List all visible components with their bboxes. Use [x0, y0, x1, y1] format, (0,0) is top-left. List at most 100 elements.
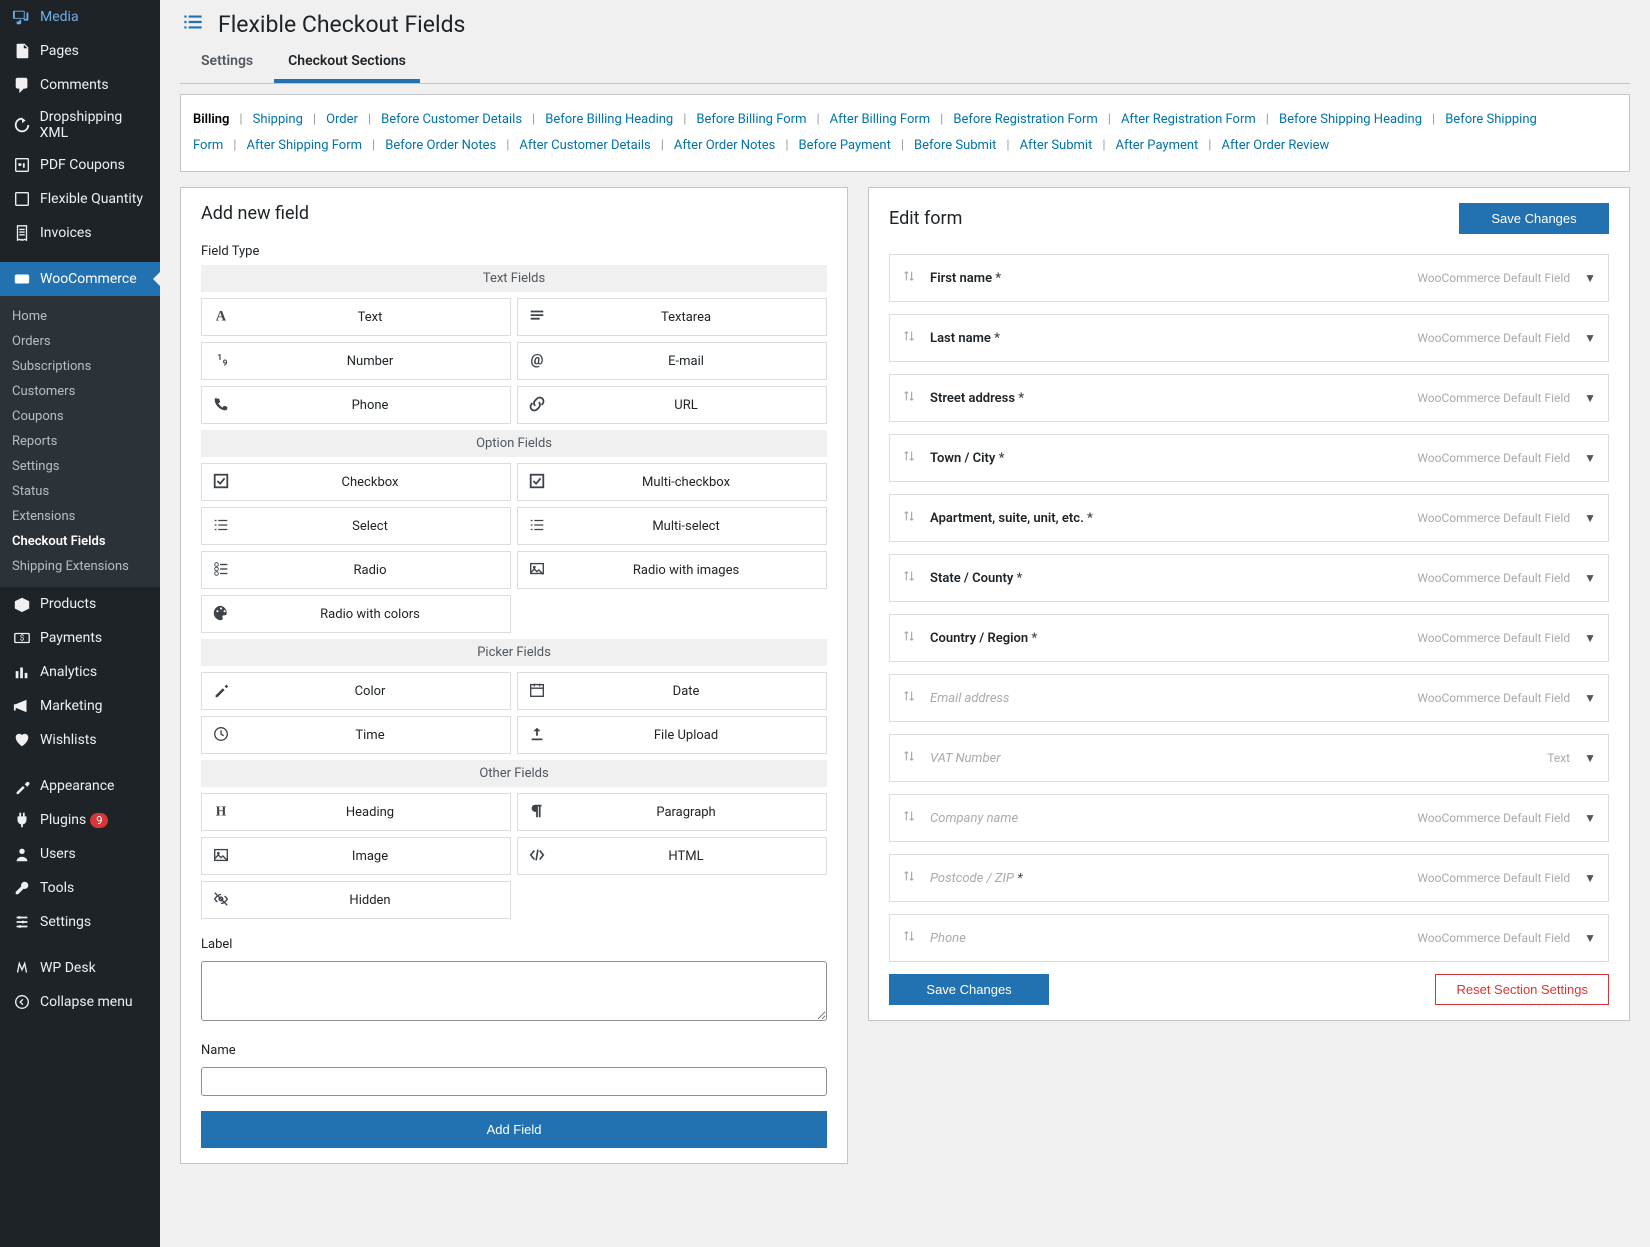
submenu-item-status[interactable]: Status: [0, 479, 160, 504]
drag-handle-icon[interactable]: [902, 269, 916, 287]
sidebar-item-pdf-coupons[interactable]: PDF Coupons: [0, 148, 160, 182]
drag-handle-icon[interactable]: [902, 329, 916, 347]
section-before-registration-form[interactable]: Before Registration Form: [953, 112, 1097, 127]
field-type-number[interactable]: Number: [201, 342, 511, 380]
sidebar-item-payments[interactable]: Payments: [0, 621, 160, 655]
sidebar-item-collapse-menu[interactable]: Collapse menu: [0, 985, 160, 1019]
form-field-last-name[interactable]: Last name *WooCommerce Default Field▼: [889, 314, 1609, 362]
sidebar-item-comments[interactable]: Comments: [0, 68, 160, 102]
section-before-order-notes[interactable]: Before Order Notes: [385, 138, 496, 153]
reset-section-button[interactable]: Reset Section Settings: [1435, 974, 1609, 1005]
drag-handle-icon[interactable]: [902, 689, 916, 707]
drag-handle-icon[interactable]: [902, 449, 916, 467]
field-type-paragraph[interactable]: Paragraph: [517, 793, 827, 831]
submenu-item-subscriptions[interactable]: Subscriptions: [0, 354, 160, 379]
drag-handle-icon[interactable]: [902, 569, 916, 587]
expand-caret-icon[interactable]: ▼: [1584, 391, 1596, 405]
expand-caret-icon[interactable]: ▼: [1584, 511, 1596, 525]
tab-checkout-sections[interactable]: Checkout Sections: [274, 43, 420, 83]
form-field-company-name[interactable]: Company nameWooCommerce Default Field▼: [889, 794, 1609, 842]
sidebar-item-products[interactable]: Products: [0, 587, 160, 621]
form-field-state-county[interactable]: State / County *WooCommerce Default Fiel…: [889, 554, 1609, 602]
submenu-item-orders[interactable]: Orders: [0, 329, 160, 354]
form-field-email-address[interactable]: Email addressWooCommerce Default Field▼: [889, 674, 1609, 722]
form-field-street-address[interactable]: Street address *WooCommerce Default Fiel…: [889, 374, 1609, 422]
section-before-customer-details[interactable]: Before Customer Details: [381, 112, 522, 127]
field-type-color[interactable]: Color: [201, 672, 511, 710]
sidebar-item-media[interactable]: Media: [0, 0, 160, 34]
submenu-item-home[interactable]: Home: [0, 304, 160, 329]
section-after-shipping-form[interactable]: After Shipping Form: [246, 138, 362, 153]
section-before-shipping-heading[interactable]: Before Shipping Heading: [1279, 112, 1422, 127]
section-before-submit[interactable]: Before Submit: [914, 138, 996, 153]
field-type-e-mail[interactable]: E-mail: [517, 342, 827, 380]
drag-handle-icon[interactable]: [902, 869, 916, 887]
field-type-hidden[interactable]: Hidden: [201, 881, 511, 919]
expand-caret-icon[interactable]: ▼: [1584, 271, 1596, 285]
sidebar-item-pages[interactable]: Pages: [0, 34, 160, 68]
expand-caret-icon[interactable]: ▼: [1584, 811, 1596, 825]
sidebar-item-invoices[interactable]: Invoices: [0, 216, 160, 250]
expand-caret-icon[interactable]: ▼: [1584, 691, 1596, 705]
submenu-item-coupons[interactable]: Coupons: [0, 404, 160, 429]
sidebar-item-flexible-quantity[interactable]: Flexible Quantity: [0, 182, 160, 216]
save-changes-bottom-button[interactable]: Save Changes: [889, 974, 1049, 1005]
drag-handle-icon[interactable]: [902, 929, 916, 947]
form-field-postcode-zip[interactable]: Postcode / ZIP *WooCommerce Default Fiel…: [889, 854, 1609, 902]
drag-handle-icon[interactable]: [902, 809, 916, 827]
field-type-phone[interactable]: Phone: [201, 386, 511, 424]
section-after-order-review[interactable]: After Order Review: [1221, 138, 1329, 153]
drag-handle-icon[interactable]: [902, 389, 916, 407]
expand-caret-icon[interactable]: ▼: [1584, 871, 1596, 885]
sidebar-item-users[interactable]: Users: [0, 837, 160, 871]
field-type-image[interactable]: Image: [201, 837, 511, 875]
drag-handle-icon[interactable]: [902, 629, 916, 647]
section-order[interactable]: Order: [326, 112, 358, 127]
submenu-item-extensions[interactable]: Extensions: [0, 504, 160, 529]
expand-caret-icon[interactable]: ▼: [1584, 931, 1596, 945]
field-type-multi-select[interactable]: Multi-select: [517, 507, 827, 545]
expand-caret-icon[interactable]: ▼: [1584, 751, 1596, 765]
form-field-first-name[interactable]: First name *WooCommerce Default Field▼: [889, 254, 1609, 302]
drag-handle-icon[interactable]: [902, 749, 916, 767]
sidebar-item-settings[interactable]: Settings: [0, 905, 160, 939]
field-type-time[interactable]: Time: [201, 716, 511, 754]
section-before-billing-form[interactable]: Before Billing Form: [696, 112, 806, 127]
field-type-radio[interactable]: Radio: [201, 551, 511, 589]
section-before-payment[interactable]: Before Payment: [799, 138, 891, 153]
sidebar-item-analytics[interactable]: Analytics: [0, 655, 160, 689]
submenu-item-settings[interactable]: Settings: [0, 454, 160, 479]
section-after-registration-form[interactable]: After Registration Form: [1121, 112, 1256, 127]
field-type-select[interactable]: Select: [201, 507, 511, 545]
field-type-heading[interactable]: Heading: [201, 793, 511, 831]
field-type-html[interactable]: HTML: [517, 837, 827, 875]
section-shipping[interactable]: Shipping: [253, 112, 303, 127]
section-billing[interactable]: Billing: [193, 112, 229, 127]
expand-caret-icon[interactable]: ▼: [1584, 631, 1596, 645]
section-after-submit[interactable]: After Submit: [1020, 138, 1093, 153]
submenu-item-customers[interactable]: Customers: [0, 379, 160, 404]
field-type-date[interactable]: Date: [517, 672, 827, 710]
section-after-billing-form[interactable]: After Billing Form: [830, 112, 931, 127]
field-type-radio-with-images[interactable]: Radio with images: [517, 551, 827, 589]
section-before-billing-heading[interactable]: Before Billing Heading: [545, 112, 673, 127]
sidebar-item-appearance[interactable]: Appearance: [0, 769, 160, 803]
field-type-checkbox[interactable]: Checkbox: [201, 463, 511, 501]
field-type-file-upload[interactable]: File Upload: [517, 716, 827, 754]
field-type-url[interactable]: URL: [517, 386, 827, 424]
sidebar-item-dropshipping-xml[interactable]: Dropshipping XML: [0, 102, 160, 148]
field-type-text[interactable]: Text: [201, 298, 511, 336]
section-after-customer-details[interactable]: After Customer Details: [519, 138, 650, 153]
add-field-button[interactable]: Add Field: [201, 1111, 827, 1148]
field-type-multi-checkbox[interactable]: Multi-checkbox: [517, 463, 827, 501]
sidebar-item-wp-desk[interactable]: WP Desk: [0, 951, 160, 985]
expand-caret-icon[interactable]: ▼: [1584, 571, 1596, 585]
field-type-radio-with-colors[interactable]: Radio with colors: [201, 595, 511, 633]
expand-caret-icon[interactable]: ▼: [1584, 331, 1596, 345]
form-field-town-city[interactable]: Town / City *WooCommerce Default Field▼: [889, 434, 1609, 482]
label-input[interactable]: [201, 961, 827, 1021]
sidebar-item-woocommerce[interactable]: WooCommerce: [0, 262, 160, 296]
sidebar-item-marketing[interactable]: Marketing: [0, 689, 160, 723]
form-field-apartment-suite-unit-etc-[interactable]: Apartment, suite, unit, etc. *WooCommerc…: [889, 494, 1609, 542]
form-field-country-region[interactable]: Country / Region *WooCommerce Default Fi…: [889, 614, 1609, 662]
